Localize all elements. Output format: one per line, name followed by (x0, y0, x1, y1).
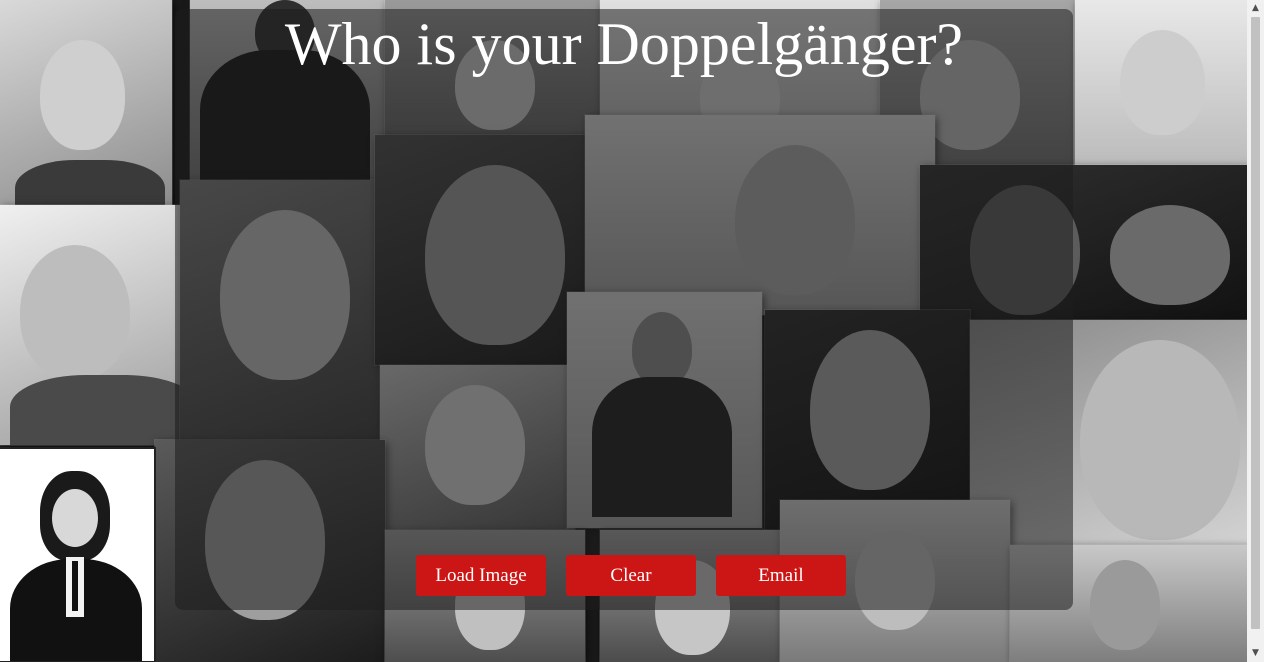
portrait-photo (0, 0, 172, 215)
load-image-button[interactable]: Load Image (416, 555, 546, 596)
selected-photo-preview (0, 447, 156, 662)
content-overlay-panel (175, 9, 1073, 610)
scroll-up-arrow-icon[interactable]: ▲ (1247, 0, 1264, 17)
scroll-down-arrow-icon[interactable]: ▼ (1247, 645, 1264, 662)
vertical-scrollbar[interactable]: ▲ ▼ (1247, 0, 1264, 662)
app-stage: Who is your Doppelgänger? Load Image Cle… (0, 0, 1264, 662)
clear-button[interactable]: Clear (566, 555, 696, 596)
email-button[interactable]: Email (716, 555, 846, 596)
portrait-photo (0, 205, 200, 445)
portrait-photo (1075, 0, 1250, 165)
scrollbar-thumb[interactable] (1251, 17, 1260, 629)
page-title: Who is your Doppelgänger? (284, 11, 964, 77)
